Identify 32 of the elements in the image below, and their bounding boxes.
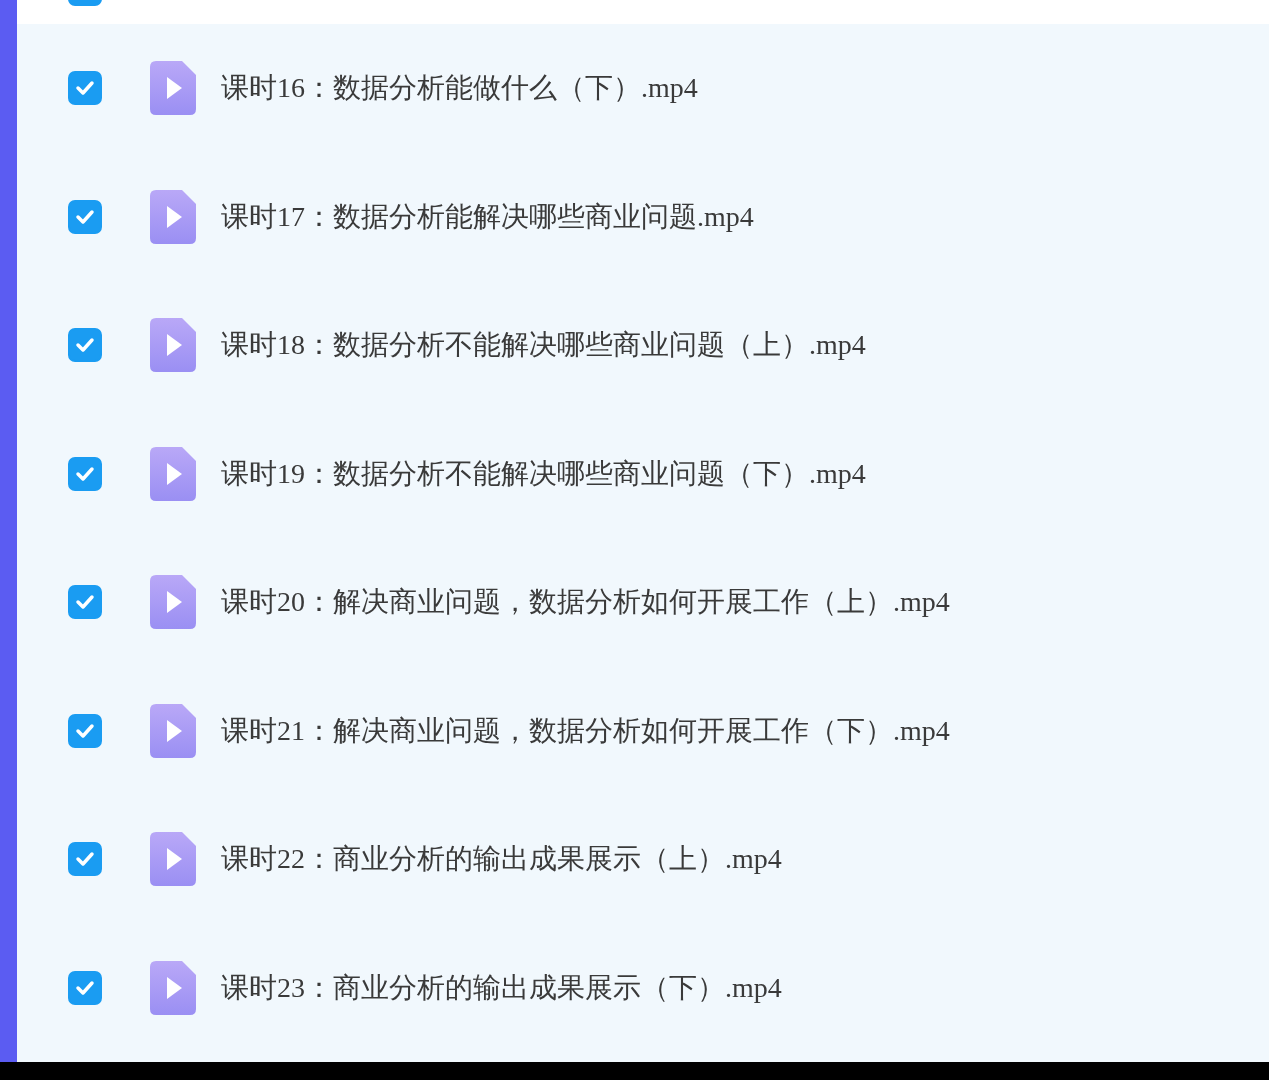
file-name[interactable]: 课时17：数据分析能解决哪些商业问题.mp4 <box>221 197 754 236</box>
check-icon <box>75 208 95 225</box>
video-file-icon <box>150 189 196 244</box>
check-icon <box>75 979 95 996</box>
file-name[interactable]: 课时20：解决商业问题，数据分析如何开展工作（上）.mp4 <box>221 583 950 622</box>
checkbox[interactable] <box>68 970 102 1005</box>
check-icon <box>75 722 95 739</box>
checkbox[interactable] <box>68 328 102 363</box>
file-name[interactable]: 课时23：商业分析的输出成果展示（下）.mp4 <box>221 968 782 1007</box>
checkbox[interactable] <box>68 585 102 620</box>
video-file-icon <box>150 960 196 1015</box>
checkbox[interactable] <box>68 71 102 106</box>
checkbox[interactable] <box>68 199 102 234</box>
check-icon <box>75 80 95 97</box>
checkbox[interactable] <box>68 456 102 491</box>
check-icon <box>75 594 95 611</box>
file-name[interactable]: 课时18：数据分析不能解决哪些商业问题（上）.mp4 <box>221 326 866 365</box>
check-icon <box>75 337 95 354</box>
video-file-icon <box>150 446 196 501</box>
check-icon <box>75 465 95 482</box>
video-file-icon <box>150 61 196 116</box>
video-file-icon <box>150 575 196 630</box>
file-name[interactable]: 课时19：数据分析不能解决哪些商业问题（下）.mp4 <box>221 454 866 493</box>
video-file-icon <box>150 832 196 887</box>
checkbox[interactable] <box>68 842 102 877</box>
video-file-icon <box>150 703 196 758</box>
file-name[interactable]: 课时21：解决商业问题，数据分析如何开展工作（下）.mp4 <box>221 711 950 750</box>
file-name[interactable]: 课时22：商业分析的输出成果展示（上）.mp4 <box>221 840 782 879</box>
video-file-icon <box>150 318 196 373</box>
file-name[interactable]: 课时16：数据分析能做什么（下）.mp4 <box>221 69 698 108</box>
check-icon <box>75 851 95 868</box>
checkbox[interactable] <box>68 713 102 748</box>
